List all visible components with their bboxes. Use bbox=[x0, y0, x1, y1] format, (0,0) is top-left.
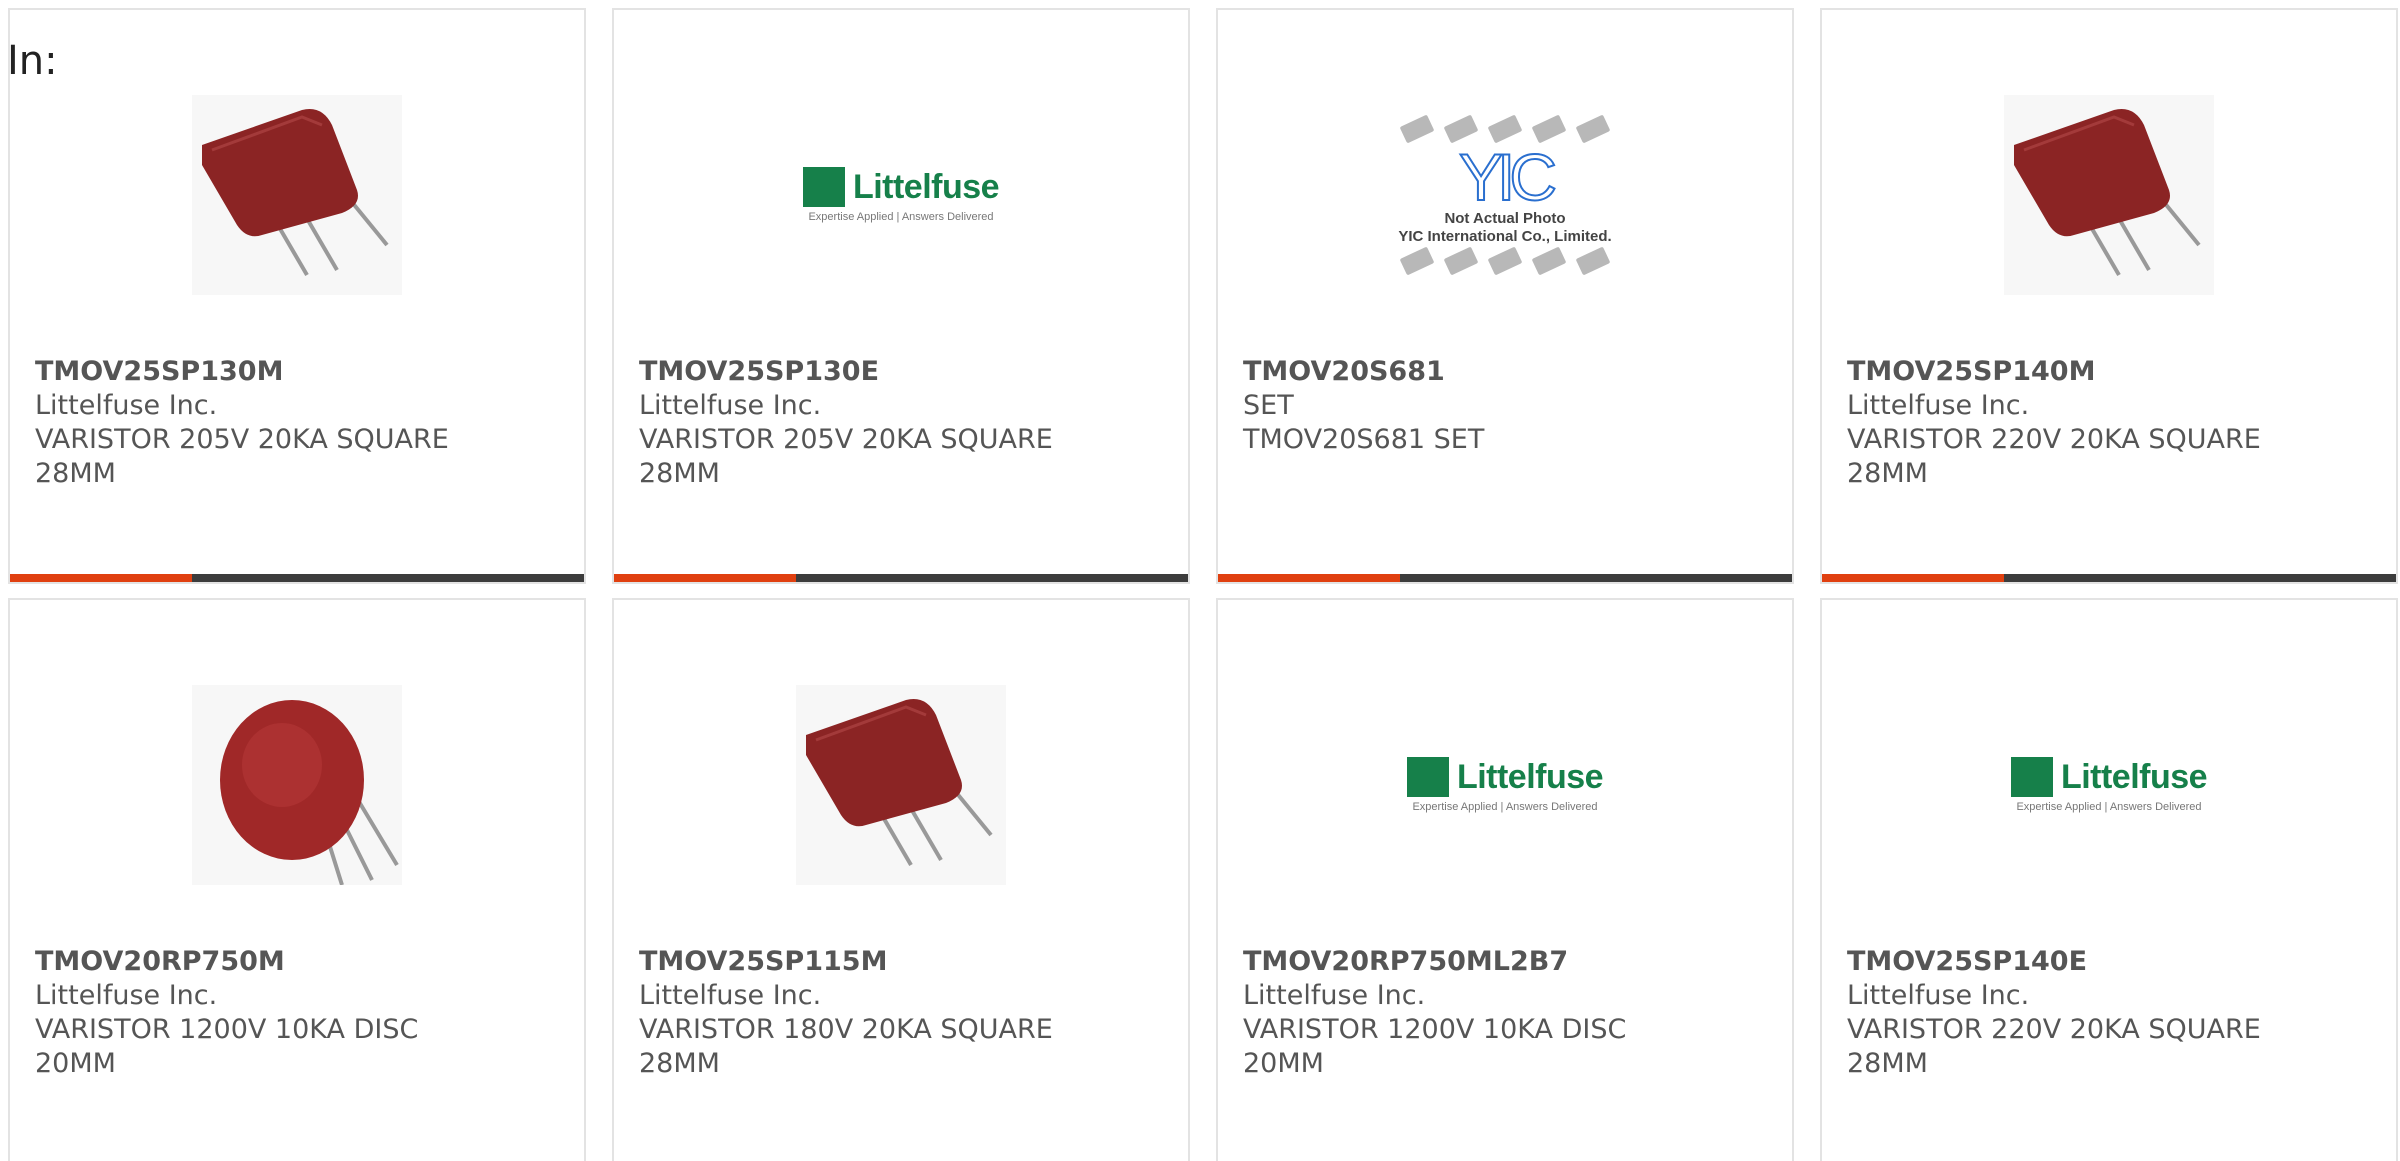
chip-row-top bbox=[1399, 114, 1611, 144]
manufacturer: Littelfuse Inc. bbox=[35, 390, 218, 421]
product-info: TMOV20S681 SET TMOV20S681 SET bbox=[1243, 355, 1772, 457]
card-footer-bar bbox=[1218, 574, 1792, 582]
product-info: TMOV25SP130M Littelfuse Inc. VARISTOR 20… bbox=[35, 355, 564, 491]
card-accent bbox=[10, 574, 192, 582]
card-footer-bar bbox=[1822, 574, 2396, 582]
card-accent bbox=[614, 574, 796, 582]
description-line1: VARISTOR 180V 20KA SQUARE bbox=[639, 1014, 1053, 1045]
product-image[interactable] bbox=[10, 660, 584, 910]
product-info: TMOV25SP140E Littelfuse Inc. VARISTOR 22… bbox=[1847, 945, 2376, 1081]
description-line1: TMOV20S681 SET bbox=[1243, 424, 1485, 455]
product-image[interactable] bbox=[10, 70, 584, 320]
logo-tagline: Expertise Applied | Answers Delivered bbox=[2016, 801, 2202, 813]
product-image[interactable]: Littelfuse Expertise Applied | Answers D… bbox=[1822, 660, 2396, 910]
product-info: TMOV20RP750ML2B7 Littelfuse Inc. VARISTO… bbox=[1243, 945, 1772, 1081]
card-accent bbox=[1822, 574, 2004, 582]
description-line1: VARISTOR 220V 20KA SQUARE bbox=[1847, 424, 2261, 455]
product-card[interactable]: Littelfuse Expertise Applied | Answers D… bbox=[612, 8, 1190, 584]
description-line2: 28MM bbox=[1847, 458, 1928, 489]
manufacturer: Littelfuse Inc. bbox=[1847, 390, 2030, 421]
card-accent bbox=[1218, 574, 1400, 582]
product-card[interactable]: TMOV25SP130M Littelfuse Inc. VARISTOR 20… bbox=[8, 8, 586, 584]
littelfuse-logo: Littelfuse Expertise Applied | Answers D… bbox=[1406, 757, 1604, 813]
description-line2: 28MM bbox=[1847, 1048, 1928, 1079]
manufacturer: Littelfuse Inc. bbox=[35, 980, 218, 1011]
product-card[interactable]: YIC Not Actual Photo YIC International C… bbox=[1216, 8, 1794, 584]
logo-wordmark: Littelfuse bbox=[852, 167, 1000, 206]
product-image[interactable]: YIC Not Actual Photo YIC International C… bbox=[1218, 70, 1792, 320]
description-line2: 28MM bbox=[639, 1048, 720, 1079]
manufacturer: Littelfuse Inc. bbox=[1243, 980, 1426, 1011]
part-number[interactable]: TMOV25SP130E bbox=[639, 355, 1168, 389]
manufacturer: Littelfuse Inc. bbox=[639, 390, 822, 421]
description-line2: 20MM bbox=[35, 1048, 116, 1079]
card-footer-bar bbox=[614, 574, 1188, 582]
product-image[interactable] bbox=[614, 660, 1188, 910]
product-card[interactable]: Littelfuse Expertise Applied | Answers D… bbox=[1820, 598, 2398, 1161]
yic-caption-2: YIC International Co., Limited. bbox=[1398, 228, 1612, 245]
logo-wordmark: Littelfuse bbox=[2060, 757, 2208, 796]
product-info: TMOV25SP130E Littelfuse Inc. VARISTOR 20… bbox=[639, 355, 1168, 491]
square-varistor-image bbox=[796, 685, 1006, 885]
logo-tagline: Expertise Applied | Answers Delivered bbox=[808, 211, 994, 223]
yic-placeholder: YIC Not Actual Photo YIC International C… bbox=[1370, 114, 1640, 276]
product-image[interactable] bbox=[1822, 70, 2396, 320]
part-number[interactable]: TMOV25SP115M bbox=[639, 945, 1168, 979]
description-line1: VARISTOR 1200V 10KA DISC bbox=[1243, 1014, 1627, 1045]
description-line1: VARISTOR 1200V 10KA DISC bbox=[35, 1014, 419, 1045]
product-info: TMOV25SP115M Littelfuse Inc. VARISTOR 18… bbox=[639, 945, 1168, 1081]
description-line2: 20MM bbox=[1243, 1048, 1324, 1079]
yic-caption-1: Not Actual Photo bbox=[1444, 210, 1566, 227]
chip-row-bottom bbox=[1399, 246, 1611, 276]
part-number[interactable]: TMOV20RP750ML2B7 bbox=[1243, 945, 1772, 979]
part-number[interactable]: TMOV20S681 bbox=[1243, 355, 1772, 389]
description-line2: 28MM bbox=[35, 458, 116, 489]
manufacturer: Littelfuse Inc. bbox=[1847, 980, 2030, 1011]
product-card[interactable]: Littelfuse Expertise Applied | Answers D… bbox=[1216, 598, 1794, 1161]
logo-wordmark: Littelfuse bbox=[1456, 757, 1604, 796]
part-number[interactable]: TMOV20RP750M bbox=[35, 945, 564, 979]
product-card[interactable]: TMOV25SP115M Littelfuse Inc. VARISTOR 18… bbox=[612, 598, 1190, 1161]
part-number[interactable]: TMOV25SP140E bbox=[1847, 945, 2376, 979]
description-line1: VARISTOR 205V 20KA SQUARE bbox=[639, 424, 1053, 455]
part-number[interactable]: TMOV25SP140M bbox=[1847, 355, 2376, 389]
littelfuse-mark-icon bbox=[802, 167, 845, 207]
littelfuse-logo: Littelfuse Expertise Applied | Answers D… bbox=[2010, 757, 2208, 813]
littelfuse-mark-icon bbox=[1406, 757, 1449, 797]
logo-tagline: Expertise Applied | Answers Delivered bbox=[1412, 801, 1598, 813]
product-card[interactable]: TMOV20RP750M Littelfuse Inc. VARISTOR 12… bbox=[8, 598, 586, 1161]
description-line1: VARISTOR 220V 20KA SQUARE bbox=[1847, 1014, 2261, 1045]
product-grid-page: In: TMOV25SP130M Littelfuse Inc. VARISTO… bbox=[0, 0, 2400, 1161]
littelfuse-mark-icon bbox=[2010, 757, 2053, 797]
description-line2: 28MM bbox=[639, 458, 720, 489]
product-image[interactable]: Littelfuse Expertise Applied | Answers D… bbox=[614, 70, 1188, 320]
product-info: TMOV20RP750M Littelfuse Inc. VARISTOR 12… bbox=[35, 945, 564, 1081]
square-varistor-image bbox=[2004, 95, 2214, 295]
manufacturer: Littelfuse Inc. bbox=[639, 980, 822, 1011]
filter-label: In: bbox=[7, 38, 58, 84]
disc-varistor-image bbox=[192, 685, 402, 885]
part-number[interactable]: TMOV25SP130M bbox=[35, 355, 564, 389]
yic-logo-letters: YIC bbox=[1458, 140, 1558, 214]
manufacturer: SET bbox=[1243, 390, 1294, 421]
description-line1: VARISTOR 205V 20KA SQUARE bbox=[35, 424, 449, 455]
product-image[interactable]: Littelfuse Expertise Applied | Answers D… bbox=[1218, 660, 1792, 910]
product-card[interactable]: TMOV25SP140M Littelfuse Inc. VARISTOR 22… bbox=[1820, 8, 2398, 584]
product-info: TMOV25SP140M Littelfuse Inc. VARISTOR 22… bbox=[1847, 355, 2376, 491]
card-footer-bar bbox=[10, 574, 584, 582]
littelfuse-logo: Littelfuse Expertise Applied | Answers D… bbox=[802, 167, 1000, 223]
square-varistor-image bbox=[192, 95, 402, 295]
